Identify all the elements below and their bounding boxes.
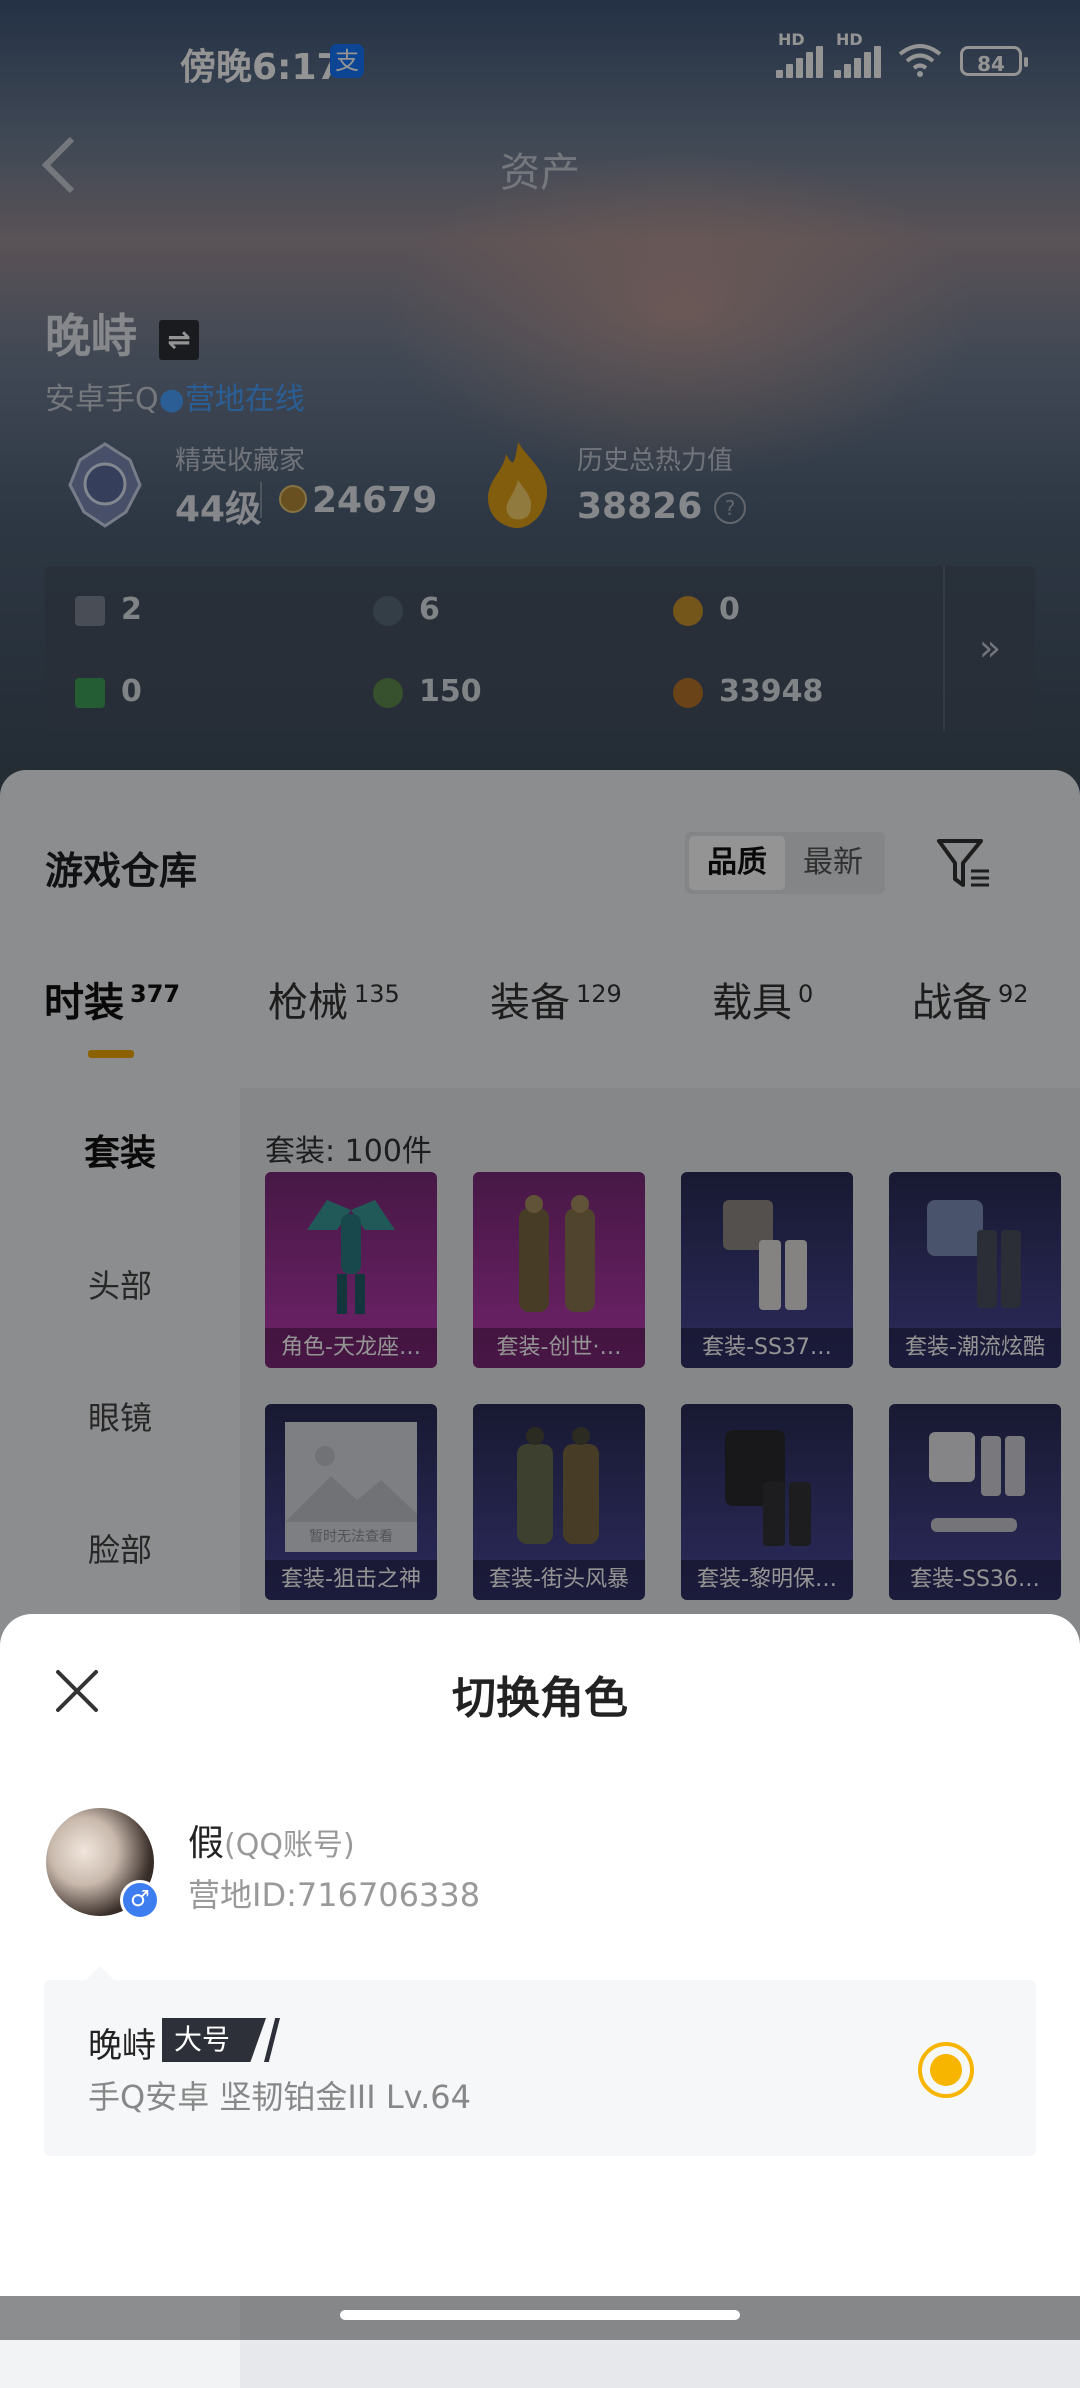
account-id: 营地ID:716706338 bbox=[188, 1876, 481, 1914]
main-account-badge: 大号 bbox=[162, 2018, 267, 2062]
account-type: (QQ账号) bbox=[224, 1828, 355, 1863]
home-indicator[interactable] bbox=[340, 2310, 740, 2320]
account-name: 假 bbox=[188, 1823, 225, 1864]
sheet-title: 切换角色 bbox=[452, 1673, 628, 1724]
male-icon: ♂ bbox=[120, 1880, 160, 1920]
role-detail: 手Q安卓 坚韧铂金III Lv.64 bbox=[88, 2078, 472, 2116]
account-name-row: 假(QQ账号) bbox=[188, 1814, 355, 1866]
role-option[interactable]: 晚峙 大号 手Q安卓 坚韧铂金III Lv.64 bbox=[44, 1980, 1036, 2156]
switch-role-sheet: 切换角色 ♂ 假(QQ账号) 营地ID:716706338 晚峙 大号 手Q安卓… bbox=[0, 1614, 1080, 2296]
badge-decoration bbox=[264, 2018, 280, 2062]
role-selected-radio[interactable] bbox=[918, 2042, 974, 2098]
role-name: 晚峙 bbox=[88, 2026, 156, 2066]
pointer-arrow bbox=[86, 1966, 114, 1980]
